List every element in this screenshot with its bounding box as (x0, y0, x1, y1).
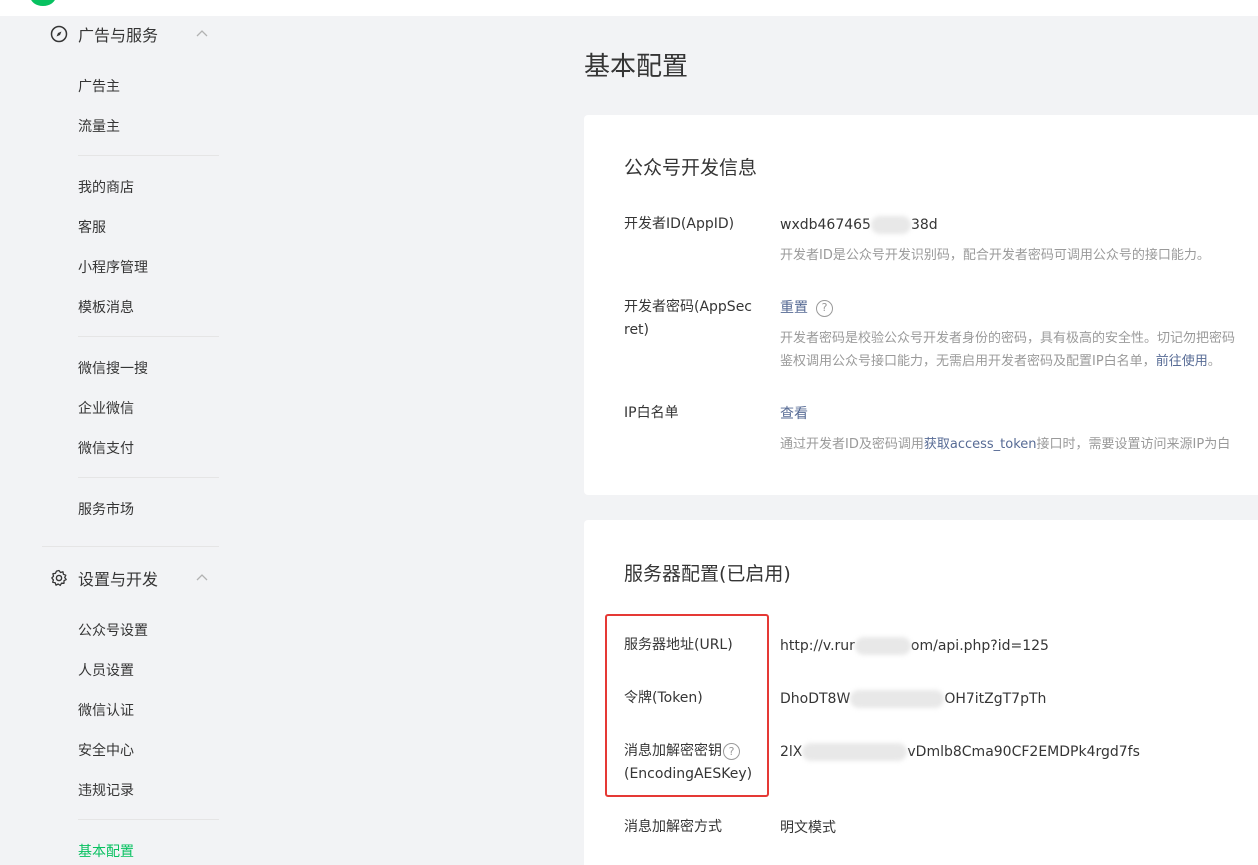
sidebar-item-security-center[interactable]: 安全中心 (78, 740, 134, 760)
view-ip-whitelist-link[interactable]: 查看 (780, 406, 808, 422)
token-value-end: OH7itZgT7pTh (944, 691, 1047, 707)
sidebar-item-basic-config[interactable]: 基本配置 (78, 841, 134, 861)
appsecret-label: 开发者密码(AppSec ret) (624, 296, 752, 342)
appid-value: wxdb467465 38d (780, 215, 938, 235)
aes-key-value: 2lX vDmlb8Cma90CF2EMDPk4rgd7fs (780, 742, 1140, 762)
chevron-up-icon[interactable] (195, 570, 209, 584)
go-use-link[interactable]: 前往使用 (1156, 354, 1208, 369)
appsecret-actions: 重置? (780, 298, 833, 318)
help-icon[interactable]: ? (723, 742, 740, 760)
server-url-end: om/api.php?id=125 (910, 638, 1049, 654)
ip-desc-end: 接口时，需要设置访问来源IP为白 (1036, 437, 1231, 452)
sidebar-item-wechat-pay[interactable]: 微信支付 (78, 438, 134, 458)
sidebar-item-personnel-settings[interactable]: 人员设置 (78, 660, 134, 680)
sidebar-item-template-message[interactable]: 模板消息 (78, 297, 134, 317)
aes-key-end: vDmlb8Cma90CF2EMDPk4rgd7fs (907, 744, 1140, 760)
ads-services-section[interactable]: 广告与服务 (50, 22, 208, 46)
encryption-mode-value: 明文模式 (780, 820, 836, 836)
access-token-link[interactable]: 获取access_token (924, 437, 1037, 452)
sidebar-item-account-settings[interactable]: 公众号设置 (78, 620, 148, 640)
redacted-blur (802, 743, 908, 761)
divider (42, 546, 219, 547)
divider (78, 155, 219, 156)
settings-dev-title: 设置与开发 (78, 570, 159, 589)
ads-services-title: 广告与服务 (78, 26, 159, 45)
appsecret-desc-period: 。 (1207, 354, 1221, 369)
settings-dev-section[interactable]: 设置与开发 (50, 566, 208, 590)
token-label: 令牌(Token) (624, 690, 703, 706)
wechat-logo-icon (30, 0, 56, 6)
gear-icon (50, 569, 68, 587)
sidebar-item-work-wechat[interactable]: 企业微信 (78, 398, 134, 418)
token-value: DhoDT8W OH7itZgT7pTh (780, 689, 1046, 709)
ip-whitelist-description: 通过开发者ID及密码调用获取access_token接口时，需要设置访问来源IP… (780, 433, 1230, 456)
server-url-value: http://v.rur om/api.php?id=125 (780, 636, 1049, 656)
divider (78, 819, 219, 820)
aes-key-label-line1: 消息加解密密钥 (624, 743, 722, 759)
redacted-blur (854, 637, 911, 655)
sidebar-item-wechat-verification[interactable]: 微信认证 (78, 700, 134, 720)
ip-whitelist-label: IP白名单 (624, 405, 679, 421)
appsecret-desc-line2: 鉴权调用公众号接口能力，无需启用开发者密码及配置IP白名单， (780, 354, 1156, 369)
appid-value-start: wxdb467465 (780, 217, 871, 233)
page-title: 基本配置 (584, 52, 689, 82)
help-icon[interactable]: ? (816, 299, 833, 317)
appsecret-label-line1: 开发者密码(AppSec (624, 299, 753, 315)
aes-key-start: 2lX (780, 744, 803, 760)
ip-desc-start: 通过开发者ID及密码调用 (780, 437, 924, 452)
reset-secret-link[interactable]: 重置 (780, 300, 808, 316)
appid-description: 开发者ID是公众号开发识别码，配合开发者密码可调用公众号的接口能力。 (780, 248, 1210, 263)
chevron-up-icon[interactable] (195, 26, 209, 40)
redacted-blur (850, 690, 945, 708)
sidebar-item-publisher[interactable]: 流量主 (78, 116, 120, 136)
aes-key-label: 消息加解密密钥? (EncodingAESKey) (624, 740, 752, 786)
server-url-label: 服务器地址(URL) (624, 637, 733, 653)
sidebar-item-violation-records[interactable]: 违规记录 (78, 780, 134, 800)
appsecret-desc-line1: 开发者密码是校验公众号开发者身份的密码，具有极高的安全性。切记勿把密码 (780, 331, 1236, 346)
sidebar-item-mini-program[interactable]: 小程序管理 (78, 257, 148, 277)
sidebar-item-customer-service[interactable]: 客服 (78, 217, 106, 237)
divider (78, 336, 219, 337)
aes-key-label-line2: (EncodingAESKey) (624, 766, 753, 782)
server-url-start: http://v.rur (780, 638, 855, 654)
top-bar (0, 0, 1258, 16)
compass-icon (50, 25, 68, 43)
appid-value-end: 38d (910, 217, 938, 233)
appid-label: 开发者ID(AppID) (624, 216, 735, 232)
sidebar-item-advertiser[interactable]: 广告主 (78, 76, 120, 96)
server-config-title: 服务器配置(已启用) (624, 563, 791, 585)
appsecret-description: 开发者密码是校验公众号开发者身份的密码，具有极高的安全性。切记勿把密码 鉴权调用… (780, 327, 1235, 373)
ip-whitelist-actions: 查看 (780, 404, 808, 424)
sidebar-item-service-market[interactable]: 服务市场 (78, 499, 134, 519)
divider (78, 477, 219, 478)
token-value-start: DhoDT8W (780, 691, 851, 707)
sidebar-item-my-store[interactable]: 我的商店 (78, 177, 134, 197)
appsecret-label-line2: ret) (624, 322, 650, 338)
redacted-blur (870, 216, 911, 234)
dev-info-title: 公众号开发信息 (624, 157, 758, 179)
sidebar-item-wechat-search[interactable]: 微信搜一搜 (78, 358, 148, 378)
encryption-mode-label: 消息加解密方式 (624, 819, 722, 835)
